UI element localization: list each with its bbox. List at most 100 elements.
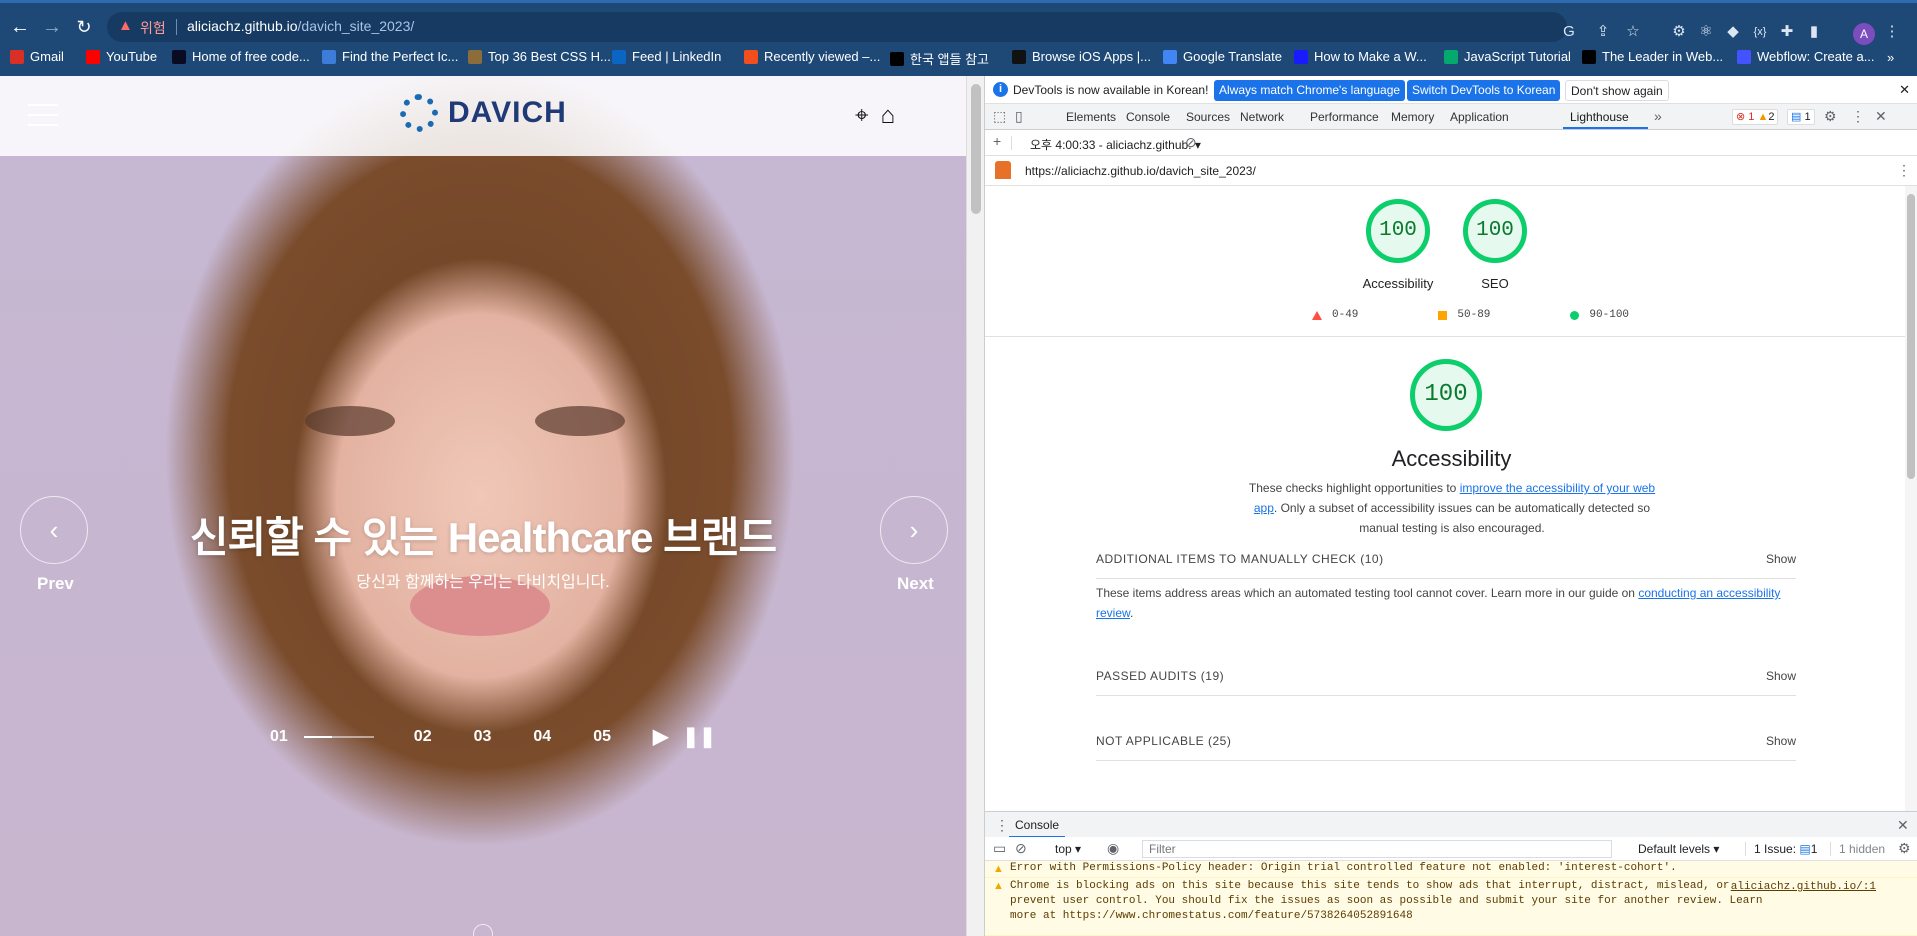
warning-icon[interactable]: ▲ <box>118 17 133 34</box>
inspect-icon[interactable]: ⬚ <box>993 108 1006 125</box>
report-url[interactable]: https://aliciachz.github.io/davich_site_… <box>1025 164 1256 178</box>
tab-lighthouse[interactable]: Lighthouse <box>1570 110 1629 124</box>
report-menu-icon[interactable]: ⋮ <box>1897 162 1911 179</box>
report-selector[interactable]: 오후 4:00:33 - aliciachz.github. ▾ <box>1030 136 1201 153</box>
bookmark-item[interactable]: Home of free code... <box>172 49 310 64</box>
toolbar-icons: G ⇪ ☆ ⚙ ⚛ ◆ {x} ✚ ▮ A ⋮ <box>1555 15 1917 51</box>
page-scrollbar[interactable] <box>966 76 984 936</box>
sidepanel-icon[interactable]: ▮ <box>1803 21 1825 43</box>
security-warning-label[interactable]: 위험 <box>140 18 166 38</box>
clear-console-icon[interactable]: ⊘ <box>1015 840 1027 857</box>
tab-application[interactable]: Application <box>1450 110 1509 124</box>
seo-score-label[interactable]: SEO <box>1463 276 1527 291</box>
passed-show-button[interactable]: Show <box>1766 669 1796 683</box>
console-drawer-tab[interactable]: Console <box>1015 818 1059 832</box>
not-applicable-section[interactable]: NOT APPLICABLE (25) Show <box>1096 734 1796 748</box>
match-language-button[interactable]: Always match Chrome's language <box>1214 80 1406 101</box>
tab-sources[interactable]: Sources <box>1186 110 1230 124</box>
dont-show-button[interactable]: Don't show again <box>1565 80 1669 101</box>
clear-reports-icon[interactable]: ⊘ <box>1185 134 1197 151</box>
issues-badge[interactable]: ▤ 1 <box>1787 109 1815 125</box>
bookmarks-overflow-icon[interactable]: » <box>1887 50 1894 65</box>
slide-number-04[interactable]: 04 <box>533 728 551 746</box>
profile-avatar[interactable]: A <box>1853 23 1875 45</box>
prev-label[interactable]: Prev <box>37 574 74 594</box>
slide-number-03[interactable]: 03 <box>474 728 492 746</box>
error-badge[interactable]: ⊗ 1 ▲2 <box>1732 109 1779 125</box>
back-icon[interactable]: ← <box>6 13 34 41</box>
next-button[interactable]: › <box>880 496 948 564</box>
close-devtools-icon[interactable]: ✕ <box>1875 108 1887 125</box>
reload-icon[interactable]: ↻ <box>70 13 98 41</box>
report-scrollbar[interactable] <box>1905 186 1917 811</box>
bookmark-item[interactable]: How to Make a W... <box>1294 49 1427 64</box>
pass-circle-icon <box>1570 310 1580 320</box>
bookmark-item[interactable]: Gmail <box>10 49 64 64</box>
passed-audits-section[interactable]: PASSED AUDITS (19) Show <box>1096 669 1796 683</box>
extension-blue-icon[interactable]: ◆ <box>1722 21 1744 43</box>
console-source-link[interactable]: aliciachz.github.io/:1 <box>1731 880 1876 895</box>
bookmark-item[interactable]: Webflow: Create a... <box>1737 49 1875 64</box>
bookmark-item[interactable]: Browse iOS Apps |... <box>1012 49 1151 64</box>
bookmark-item[interactable]: Find the Perfect Ic... <box>322 49 458 64</box>
tab-network[interactable]: Network <box>1240 110 1284 124</box>
puzzle-icon[interactable]: ✚ <box>1776 21 1798 43</box>
kebab-menu-icon[interactable]: ⋮ <box>1851 108 1865 125</box>
bookmark-item[interactable]: YouTube <box>86 49 157 64</box>
google-icon[interactable]: G <box>1558 21 1580 43</box>
warning-icon: ▲ <box>993 863 1004 875</box>
more-tabs-icon[interactable]: » <box>1654 108 1662 124</box>
site-logo[interactable]: DAVICH <box>400 94 567 132</box>
tab-memory[interactable]: Memory <box>1391 110 1434 124</box>
manual-show-button[interactable]: Show <box>1766 552 1796 566</box>
bookmark-item[interactable]: JavaScript Tutorial <box>1444 49 1571 64</box>
manual-checks-section[interactable]: ADDITIONAL ITEMS TO MANUALLY CHECK (10) S… <box>1096 552 1796 566</box>
page-icon <box>468 49 482 64</box>
close-drawer-icon[interactable]: ✕ <box>1897 817 1909 834</box>
hamburger-menu-icon[interactable] <box>28 104 58 126</box>
settings-gear-icon[interactable]: ⚙ <box>1824 108 1837 125</box>
accessibility-score-label[interactable]: Accessibility <box>1335 276 1461 291</box>
tab-console[interactable]: Console <box>1126 110 1170 124</box>
slide-number-02[interactable]: 02 <box>414 728 432 746</box>
bookmark-item[interactable]: Recently viewed –... <box>744 49 880 64</box>
store-icon[interactable]: ⌂ <box>881 102 896 130</box>
bookmark-item[interactable]: The Leader in Web... <box>1582 49 1723 64</box>
sidebar-toggle-icon[interactable]: ▭ <box>993 840 1006 857</box>
issues-button[interactable]: 1 Issue: ▤1 <box>1745 842 1817 856</box>
accessibility-score-gauge[interactable]: 100 <box>1366 199 1430 263</box>
react-icon[interactable]: ⚛ <box>1695 21 1717 43</box>
console-settings-icon[interactable]: ⚙ <box>1898 840 1911 857</box>
console-filter-input[interactable]: Filter <box>1142 840 1612 858</box>
menu-icon[interactable]: ⋮ <box>1881 21 1903 43</box>
play-icon[interactable]: ▶ <box>653 724 668 749</box>
bookmark-item[interactable]: Google Translate <box>1163 49 1282 64</box>
slide-number-05[interactable]: 05 <box>593 728 611 746</box>
location-pin-icon[interactable]: ⌖ <box>855 102 869 130</box>
device-toggle-icon[interactable]: ▯ <box>1015 108 1023 125</box>
pause-icon[interactable]: ❚❚ <box>682 724 716 749</box>
eye-icon[interactable]: ◉ <box>1107 840 1119 857</box>
bookmark-item[interactable]: Feed | LinkedIn <box>612 49 721 64</box>
url-text[interactable]: aliciachz.github.io/davich_site_2023/ <box>187 18 414 34</box>
prev-button[interactable]: ‹ <box>20 496 88 564</box>
bookmark-item[interactable]: Top 36 Best CSS H... <box>468 49 611 64</box>
drawer-menu-icon[interactable]: ⋮ <box>995 817 1009 834</box>
slide-number-01[interactable]: 01 <box>270 728 288 746</box>
extension-gear-icon[interactable]: ⚙ <box>1668 21 1690 43</box>
star-icon[interactable]: ☆ <box>1622 21 1644 43</box>
tab-performance[interactable]: Performance <box>1310 110 1379 124</box>
forward-icon[interactable]: → <box>38 13 66 41</box>
close-infobar-icon[interactable]: ✕ <box>1899 82 1910 98</box>
share-icon[interactable]: ⇪ <box>1592 21 1614 43</box>
bookmark-item[interactable]: 한국 앱들 참고 <box>890 49 989 68</box>
new-report-icon[interactable]: + <box>993 133 1001 149</box>
context-selector[interactable]: top ▾ <box>1055 842 1081 856</box>
log-levels-dropdown[interactable]: Default levels ▾ <box>1638 842 1719 856</box>
tab-elements[interactable]: Elements <box>1066 110 1116 124</box>
json-icon[interactable]: {x} <box>1749 21 1771 43</box>
next-label[interactable]: Next <box>897 574 934 594</box>
na-show-button[interactable]: Show <box>1766 734 1796 748</box>
switch-korean-button[interactable]: Switch DevTools to Korean <box>1407 80 1561 101</box>
seo-score-gauge[interactable]: 100 <box>1463 199 1527 263</box>
